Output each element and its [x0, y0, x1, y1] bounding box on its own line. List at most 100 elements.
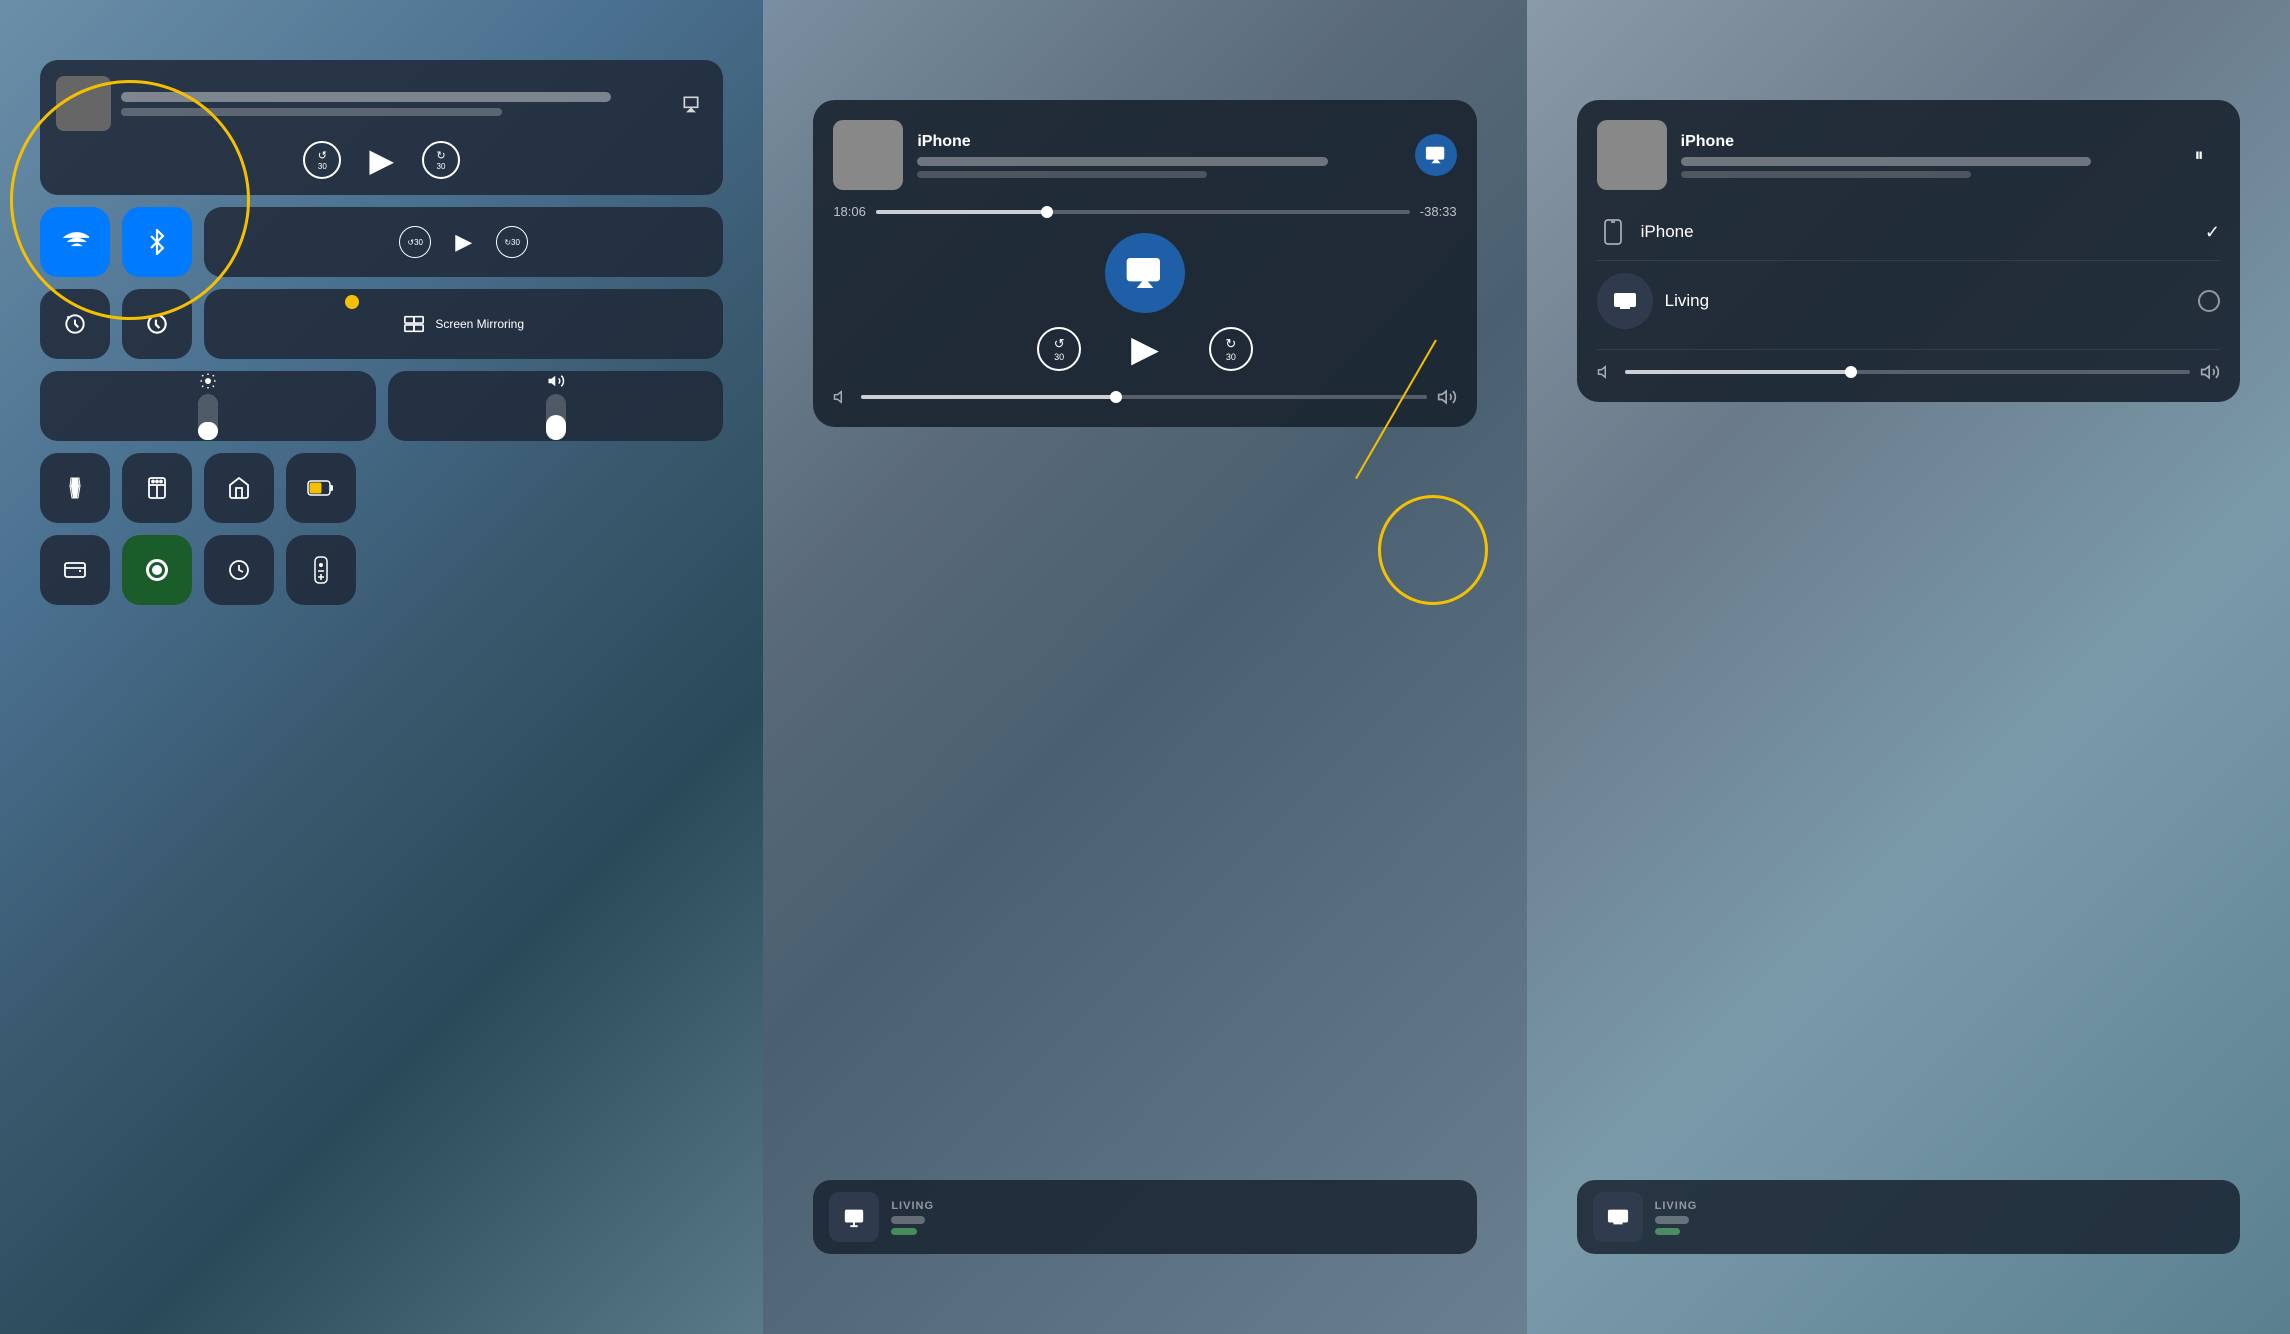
media-card-thumbnail [833, 120, 903, 190]
mini-media-controls: ↺30 ▶ ↻30 [204, 207, 723, 277]
volume-thumb [1110, 391, 1122, 403]
appletv-label: Living [1665, 291, 2198, 311]
volume-slider[interactable] [388, 371, 724, 441]
device-vol-fill [1625, 370, 1851, 374]
track-subtitle-bar [917, 171, 1207, 178]
media-controls: ↺ 30 ▶ ↻ 30 [56, 141, 707, 179]
skip-back-30[interactable]: ↺ 30 [1037, 327, 1081, 371]
device-card-name: iPhone [1681, 133, 2164, 151]
track-title-bar [917, 157, 1328, 166]
wallet-btn[interactable] [40, 535, 110, 605]
media-info [121, 92, 665, 116]
media-widget[interactable]: ↺ 30 ▶ ↻ 30 [40, 60, 723, 195]
last-grid-row [40, 535, 723, 605]
media-card-expanded: iPhone 18:06 -38:33 [813, 100, 1476, 427]
living-3-label: LIVING [1655, 1200, 1698, 1212]
iphone-device-item[interactable]: iPhone ✓ [1597, 204, 2220, 261]
volume-track [546, 394, 566, 440]
screen-record-btn[interactable] [122, 535, 192, 605]
volume-track[interactable] [861, 395, 1426, 399]
slider-row [40, 371, 723, 441]
wifi-toggle[interactable] [40, 207, 110, 277]
brightness-track [198, 394, 218, 440]
device-track-bar [1681, 157, 2092, 166]
current-time: 18:06 [833, 204, 866, 219]
volume-fill [861, 395, 1115, 399]
device-name-label: iPhone [917, 133, 1400, 151]
appletv-device-icon [1597, 273, 1653, 329]
mini-skip-back[interactable]: ↺30 [399, 226, 431, 258]
skip-fwd-30[interactable]: ↻ 30 [1209, 327, 1253, 371]
living-bar-2 [891, 1228, 917, 1235]
skip-forward-button[interactable]: ↻ 30 [422, 141, 460, 179]
media-content [56, 76, 707, 131]
progress-fill [876, 210, 1047, 214]
screen-mirror-btn[interactable]: Screen Mirroring [204, 289, 723, 359]
mini-play[interactable]: ▶ [455, 229, 472, 255]
clock-btn[interactable] [204, 535, 274, 605]
media-card-header: iPhone [833, 120, 1456, 190]
airplay-button-small[interactable] [675, 88, 707, 120]
rotation-lock-btn[interactable] [40, 289, 110, 359]
bottom-grid [40, 453, 723, 523]
do-not-disturb-btn[interactable] [122, 289, 192, 359]
iphone-checkmark: ✓ [2205, 222, 2220, 243]
remote-btn[interactable] [286, 535, 356, 605]
bluetooth-toggle[interactable] [122, 207, 192, 277]
panel-1: ↺ 30 ▶ ↻ 30 [0, 0, 763, 1334]
play-button[interactable]: ▶ [369, 141, 394, 179]
living-info: LIVING [891, 1200, 934, 1235]
appletv-icon [829, 1192, 879, 1242]
device-list: iPhone ✓ Living [1597, 204, 2220, 341]
living-appletv-icon [1593, 1192, 1643, 1242]
screen-mirror-label: Screen Mirroring [435, 317, 524, 331]
remaining-time: -38:33 [1420, 204, 1457, 219]
appletv-radio[interactable] [2198, 290, 2220, 312]
battery-btn[interactable] [286, 453, 356, 523]
device-card-thumb [1597, 120, 1667, 190]
volume-row [833, 387, 1456, 407]
grid-row-1: Screen Mirroring [40, 289, 723, 359]
panel-3: iPhone ⏸ iPhone ✓ [1527, 0, 2290, 1334]
progress-track[interactable] [876, 210, 1410, 214]
device-vol-thumb [1845, 366, 1857, 378]
media-subtitle-bar [121, 108, 502, 116]
toggles-row: ↺30 ▶ ↻30 [40, 207, 723, 277]
living-3-bar-2 [1655, 1228, 1681, 1235]
control-center: ↺ 30 ▶ ↻ 30 [40, 60, 723, 1274]
device-vol-track[interactable] [1625, 370, 2190, 374]
calculator-btn[interactable] [122, 453, 192, 523]
media-title-bar [121, 92, 611, 102]
skip-back-button[interactable]: ↺ 30 [303, 141, 341, 179]
living-card-3[interactable]: LIVING [1577, 1180, 2240, 1254]
media-thumbnail [56, 76, 111, 131]
appletv-device-item[interactable]: Living [1597, 261, 2220, 341]
living-label: LIVING [891, 1200, 934, 1212]
device-volume-row [1597, 362, 2220, 382]
mini-skip-fwd[interactable]: ↻30 [496, 226, 528, 258]
iphone-icon [1597, 216, 1629, 248]
device-card-info: iPhone [1681, 133, 2164, 178]
home-btn[interactable] [204, 453, 274, 523]
play-pause-btn[interactable]: ▶ [1131, 328, 1159, 370]
panel-2: iPhone 18:06 -38:33 [763, 0, 1526, 1334]
device-vol-high [2200, 362, 2220, 382]
device-card-header: iPhone ⏸ [1597, 120, 2220, 190]
device-vol-low [1597, 363, 1615, 381]
airplay-center-btn[interactable] [1105, 233, 1185, 313]
volume-high-icon [1437, 387, 1457, 407]
airplay-active-btn[interactable] [1415, 134, 1457, 176]
progress-thumb [1041, 206, 1053, 218]
torch-btn[interactable] [40, 453, 110, 523]
device-divider [1597, 349, 2220, 350]
brightness-slider[interactable] [40, 371, 376, 441]
progress-row: 18:06 -38:33 [833, 204, 1456, 219]
living-card-info: LIVING [1655, 1200, 1698, 1235]
living-card-2[interactable]: LIVING [813, 1180, 1476, 1254]
play-pause-header-btn[interactable]: ⏸ [2178, 134, 2220, 176]
device-selection-card: iPhone ⏸ iPhone ✓ [1577, 100, 2240, 402]
media-card-info: iPhone [917, 133, 1400, 178]
device-sub-bar [1681, 171, 1971, 178]
iphone-label: iPhone [1641, 222, 2205, 242]
living-3-bar-1 [1655, 1216, 1689, 1224]
